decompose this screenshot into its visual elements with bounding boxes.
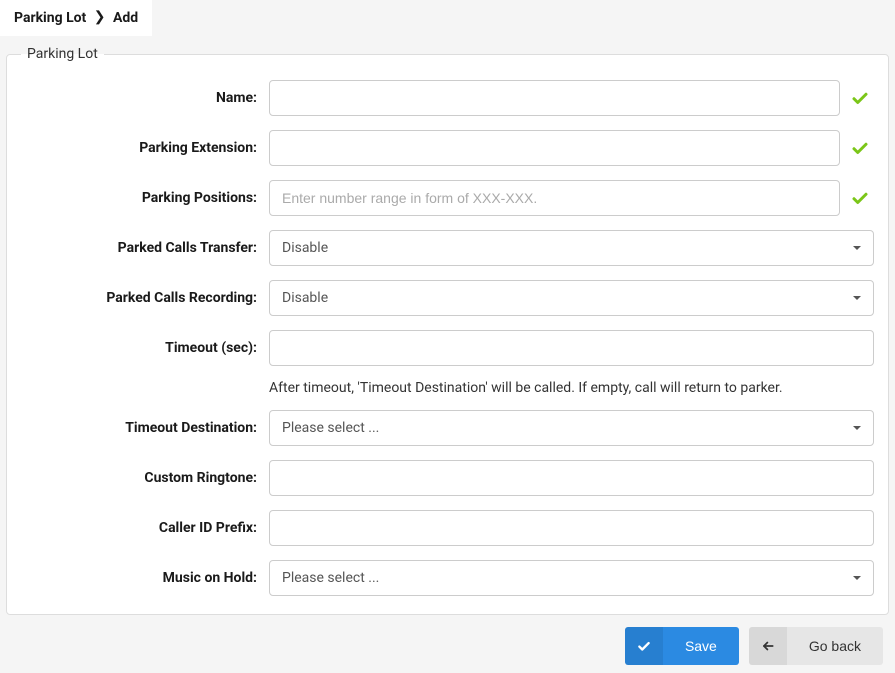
caller-id-prefix-label: Caller ID Prefix: [21,520,269,536]
breadcrumb-current: Add [113,10,138,26]
parked-calls-recording-select[interactable]: Disable [269,280,874,316]
breadcrumb: Parking Lot ❯ Add [0,0,152,36]
check-icon [625,627,663,665]
caret-down-icon [853,576,861,580]
timeout-helper-text: After timeout, 'Timeout Destination' wil… [269,380,783,396]
fieldset-legend: Parking Lot [21,46,104,62]
caret-down-icon [853,246,861,250]
custom-ringtone-label: Custom Ringtone: [21,470,269,486]
timeout-destination-label: Timeout Destination: [21,420,269,436]
parked-calls-recording-value: Disable [282,290,328,306]
parking-lot-fieldset: Parking Lot Name: Parking Extension: Par… [6,46,889,615]
breadcrumb-parent[interactable]: Parking Lot [14,10,86,26]
music-on-hold-label: Music on Hold: [21,570,269,586]
go-back-button[interactable]: Go back [749,627,883,665]
parked-calls-transfer-select[interactable]: Disable [269,230,874,266]
custom-ringtone-input[interactable] [269,460,874,496]
music-on-hold-select[interactable]: Please select ... [269,560,874,596]
save-button-label: Save [663,638,739,654]
parking-extension-input[interactable] [269,130,840,166]
check-icon [846,89,874,107]
save-button[interactable]: Save [625,627,739,665]
name-label: Name: [21,90,269,106]
parked-calls-transfer-value: Disable [282,240,328,256]
parked-calls-transfer-label: Parked Calls Transfer: [21,240,269,256]
caller-id-prefix-input[interactable] [269,510,874,546]
caret-down-icon [853,426,861,430]
check-icon [846,139,874,157]
timeout-destination-select[interactable]: Please select ... [269,410,874,446]
music-on-hold-value: Please select ... [282,570,379,586]
name-input[interactable] [269,80,840,116]
parking-positions-label: Parking Positions: [21,190,269,206]
go-back-button-label: Go back [787,638,883,654]
timeout-sec-label: Timeout (sec): [21,340,269,356]
parking-positions-input[interactable] [269,180,840,216]
parked-calls-recording-label: Parked Calls Recording: [21,290,269,306]
chevron-right-icon: ❯ [94,9,106,25]
parking-extension-label: Parking Extension: [21,140,269,156]
arrow-left-icon [749,627,787,665]
check-icon [846,189,874,207]
caret-down-icon [853,296,861,300]
timeout-sec-input[interactable] [269,330,874,366]
timeout-destination-value: Please select ... [282,420,379,436]
